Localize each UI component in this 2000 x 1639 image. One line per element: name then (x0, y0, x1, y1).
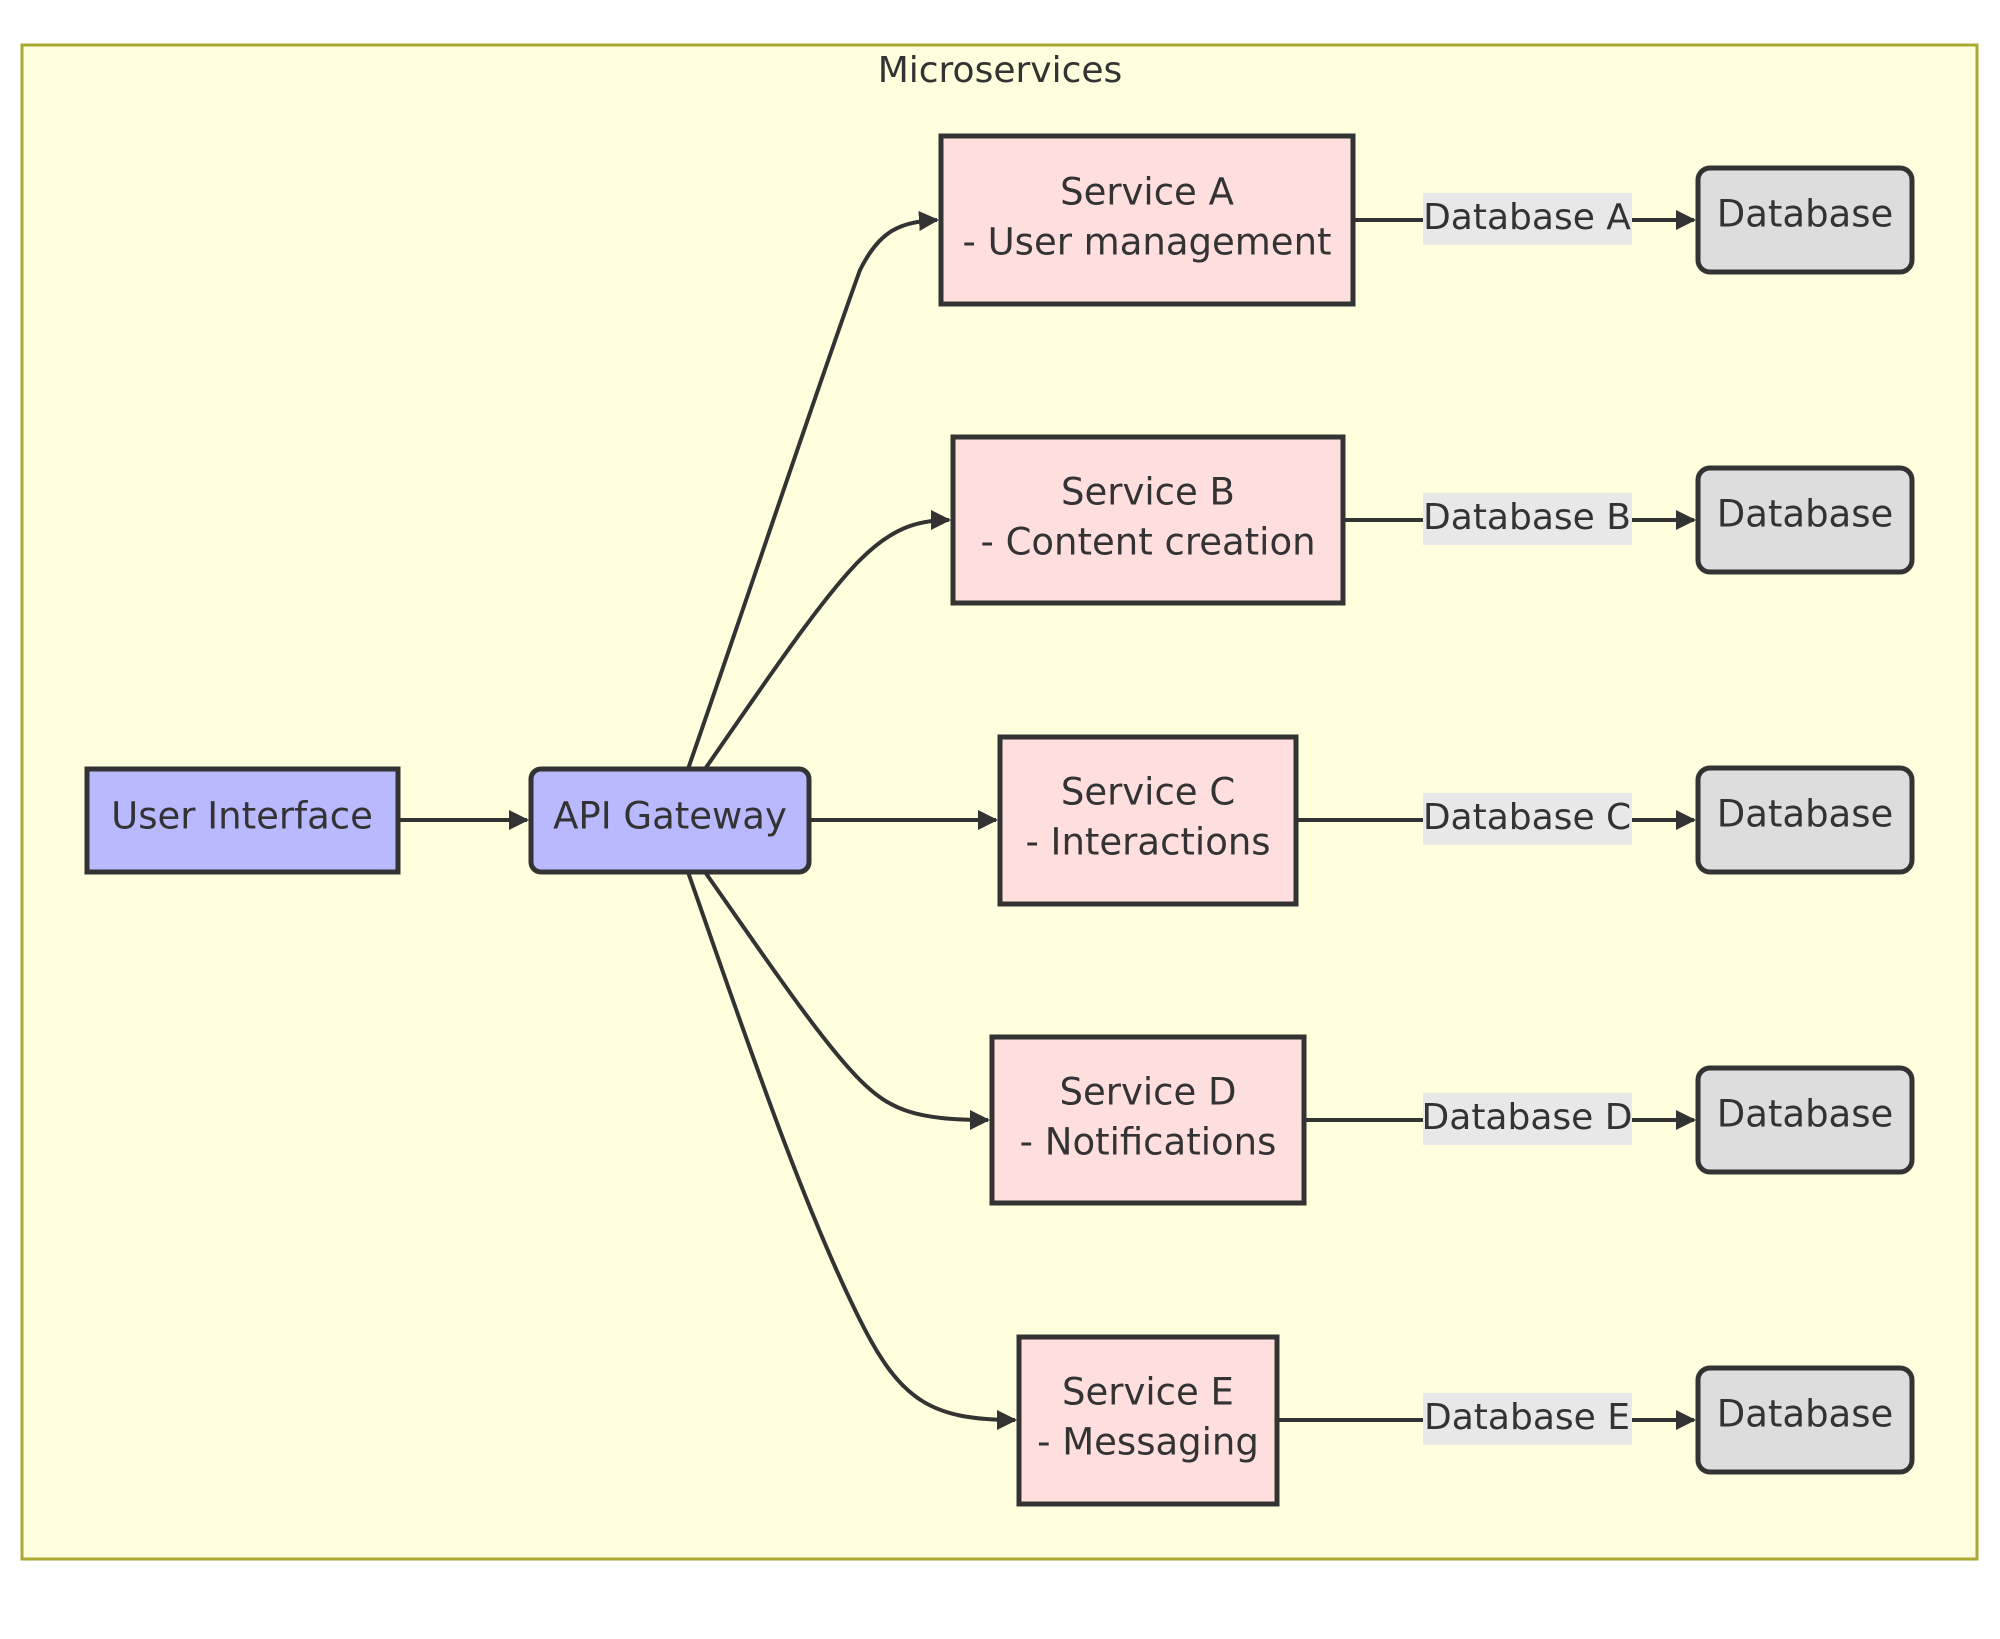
database-e-node[interactable]: Database (1695, 1365, 1915, 1475)
database-b-label: Database (1717, 493, 1894, 536)
service-b-title: Service B (1061, 471, 1235, 514)
user-interface-label: User Interface (111, 795, 373, 838)
database-b-node[interactable]: Database (1695, 465, 1915, 575)
service-d-title: Service D (1060, 1071, 1237, 1114)
service-d-node[interactable]: Service D - Notifications (989, 1034, 1307, 1206)
database-a-node[interactable]: Database (1695, 165, 1915, 275)
service-a-description: - User management (962, 221, 1331, 264)
database-e-label: Database (1717, 1393, 1894, 1436)
edge-label-database-b: Database B (1423, 497, 1631, 538)
service-c-description: - Interactions (1025, 821, 1270, 864)
edge-label-database-c: Database C (1423, 797, 1631, 838)
service-e-title: Service E (1062, 1371, 1234, 1414)
database-d-node[interactable]: Database (1695, 1065, 1915, 1175)
service-a-node[interactable]: Service A - User management (938, 133, 1356, 307)
service-c-title: Service C (1061, 771, 1235, 814)
database-c-node[interactable]: Database (1695, 765, 1915, 875)
database-a-label: Database (1717, 193, 1894, 236)
service-e-description: - Messaging (1037, 1421, 1259, 1464)
architecture-diagram: Microservices Database A Database B Data… (20, 43, 1979, 1561)
cluster-title: Microservices (878, 50, 1123, 91)
service-d-description: - Notifications (1020, 1121, 1277, 1164)
service-b-description: - Content creation (980, 521, 1315, 564)
service-b-node[interactable]: Service B - Content creation (950, 434, 1346, 606)
user-interface-node[interactable]: User Interface (84, 766, 401, 875)
edge-label-database-e: Database E (1424, 1397, 1630, 1438)
database-c-label: Database (1717, 793, 1894, 836)
api-gateway-label: API Gateway (553, 795, 787, 838)
service-e-node[interactable]: Service E - Messaging (1016, 1334, 1280, 1507)
edge-label-database-a: Database A (1423, 197, 1631, 238)
service-c-node[interactable]: Service C - Interactions (997, 734, 1299, 907)
api-gateway-node[interactable]: API Gateway (528, 766, 812, 875)
service-a-title: Service A (1060, 171, 1234, 214)
database-d-label: Database (1717, 1093, 1894, 1136)
edge-label-database-d: Database D (1422, 1097, 1633, 1138)
